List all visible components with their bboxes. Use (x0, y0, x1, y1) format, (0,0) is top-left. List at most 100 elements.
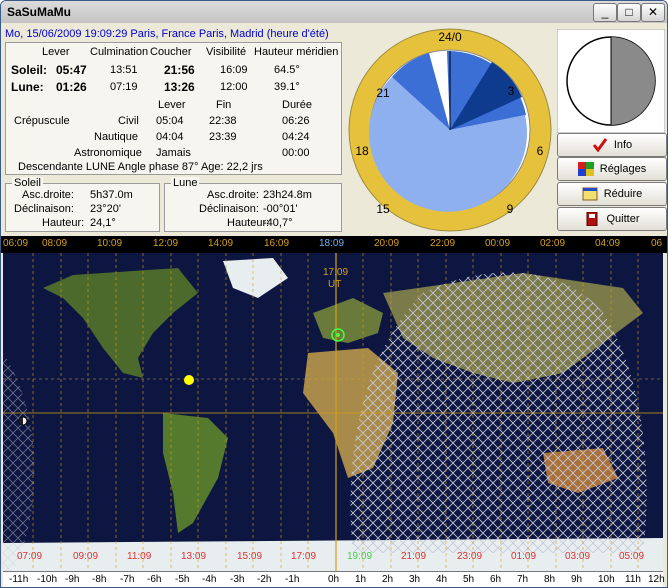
sun-set: 21:56 (164, 63, 195, 77)
sun-rise: 05:47 (56, 63, 87, 77)
day-clock-dial: 24/0 3 6 9 12 15 18 21 (348, 28, 552, 232)
minimize-app-button[interactable]: Réduire (557, 182, 667, 206)
tz-label: -6h (147, 574, 162, 585)
moon-meridian-height: 39.1° (274, 81, 300, 93)
tz-label: -7h (120, 574, 135, 585)
top-time: 20:09 (374, 238, 400, 249)
top-time: 22:09 (430, 238, 456, 249)
tz-label: 3h (409, 574, 421, 585)
date-location-line: Mo, 15/06/2009 19:09:29 Paris, France Pa… (5, 28, 329, 40)
tw-col-fin: Fin (216, 99, 232, 111)
tz-label: 8h (544, 574, 556, 585)
tz-label: -4h (202, 574, 217, 585)
bottom-time: 17:09 (291, 551, 317, 562)
moon-ra-value: 23h24.8m (263, 189, 312, 201)
sun-coords-group: Soleil Asc.droite: 5h37.0m Déclinaison: … (5, 177, 160, 232)
tz-label: 4h (436, 574, 448, 585)
col-visibilite: Visibilité (206, 46, 247, 58)
tz-label: 5h (463, 574, 475, 585)
info-button[interactable]: Info (557, 133, 667, 157)
tz-label: -8h (92, 574, 107, 585)
top-time: 06:09 (3, 238, 29, 249)
tz-label: 6h (490, 574, 502, 585)
sun-group-title: Soleil (12, 177, 43, 189)
bottom-time: 21:09 (401, 551, 427, 562)
tw-col-lever: Lever (158, 99, 186, 111)
top-time-current: 18:09 (319, 238, 345, 249)
bottom-time: 15:09 (237, 551, 263, 562)
clock-label-3: 3 (508, 84, 515, 98)
sun-dec-value: 23°20' (90, 203, 121, 215)
tz-label: -11h (9, 574, 29, 585)
tw-astro-name: Astronomique (74, 147, 142, 159)
sun-ra-label: Asc.droite: (22, 189, 74, 201)
moon-phase-line: Descendante LUNE Angle phase 87° Age: 22… (18, 161, 263, 173)
bottom-time: 09:09 (73, 551, 99, 562)
top-time: 00:09 (485, 238, 511, 249)
bottom-time: 03:09 (565, 551, 591, 562)
moon-set: 13:26 (164, 80, 195, 94)
top-time: 16:09 (264, 238, 290, 249)
tz-label: 2h (382, 574, 394, 585)
info-label: Info (613, 139, 633, 151)
close-button[interactable]: ✕ (641, 3, 665, 22)
top-time: 12:09 (153, 238, 179, 249)
local-time-strip: 06:09 08:09 10:09 12:09 14:09 16:09 18:0… (1, 236, 667, 253)
quit-label: Quitter (606, 213, 640, 225)
tz-label: -9h (65, 574, 80, 585)
sun-alt-label: Hauteur: (42, 217, 85, 229)
clock-label-9: 9 (507, 202, 514, 216)
clock-label-18: 18 (355, 144, 369, 158)
settings-label: Réglages (599, 163, 647, 175)
ut-label: UT (328, 279, 341, 290)
tz-label: 11h (625, 574, 641, 585)
world-map-svg: 17:09 UT (3, 253, 663, 571)
sun-moon-panel: Lever Culmination Coucher Visibilité Hau… (5, 42, 342, 175)
sun-meridian-height: 64.5° (274, 64, 300, 76)
tw-civil-fin: 22:38 (209, 115, 237, 127)
checkmark-icon (592, 138, 608, 153)
settings-button[interactable]: Réglages (557, 157, 667, 181)
world-map[interactable]: 17:09 UT (3, 253, 663, 571)
col-coucher: Coucher (150, 46, 192, 58)
tw-nautical-duree: 04:24 (282, 131, 310, 143)
tw-civil-name: Civil (118, 115, 139, 127)
tw-astro-lever: Jamais (156, 147, 191, 159)
bottom-time: 05:09 (619, 551, 645, 562)
tz-label: -3h (230, 574, 245, 585)
top-time: 08:09 (42, 238, 68, 249)
quit-button[interactable]: Quitter (557, 207, 667, 231)
title-bar[interactable]: SaSuMaMu _ □ ✕ (1, 1, 667, 24)
window-title: SaSuMaMu (7, 5, 72, 19)
sun-label: Soleil: (11, 63, 48, 77)
tw-nautical-fin: 23:39 (209, 131, 237, 143)
moon-visibility: 12:00 (220, 81, 248, 93)
tz-label: 0h (328, 574, 340, 585)
timezone-strip: -11h -10h -9h -8h -7h -6h -5h -4h -3h -2… (3, 571, 665, 587)
tw-col-duree: Durée (282, 99, 312, 111)
moon-coords-group: Lune Asc.droite: 23h24.8m Déclinaison: -… (164, 177, 342, 232)
col-lever: Lever (42, 46, 70, 58)
bottom-time: 11:09 (127, 551, 152, 562)
tw-civil-lever: 05:04 (156, 115, 184, 127)
col-culmination: Culmination (90, 46, 149, 58)
moon-phase-view (557, 29, 665, 133)
twilight-label: Crépuscule (14, 115, 70, 127)
bottom-time-strip: 07:09 09:09 11:09 13:09 15:09 17:09 19:0… (3, 551, 663, 565)
moon-ra-label: Asc.droite: (207, 189, 259, 201)
bottom-time: 23:09 (457, 551, 483, 562)
moon-culmination: 07:19 (110, 81, 138, 93)
maximize-button[interactable]: □ (617, 3, 641, 22)
moon-rise: 01:26 (56, 80, 87, 94)
client-area: Mo, 15/06/2009 19:09:29 Paris, France Pa… (1, 23, 667, 587)
ut-time: 17:09 (323, 267, 348, 278)
moon-alt-value: -40,7° (263, 217, 293, 229)
clock-label-0: 24/0 (438, 30, 462, 44)
minimize-button[interactable]: _ (593, 3, 617, 22)
sun-visibility: 16:09 (220, 64, 248, 76)
top-time: 02:09 (540, 238, 566, 249)
sun-position-marker (184, 375, 194, 385)
window-icon (582, 187, 598, 201)
bottom-time-current: 19:09 (347, 551, 373, 562)
door-exit-icon (584, 211, 600, 227)
